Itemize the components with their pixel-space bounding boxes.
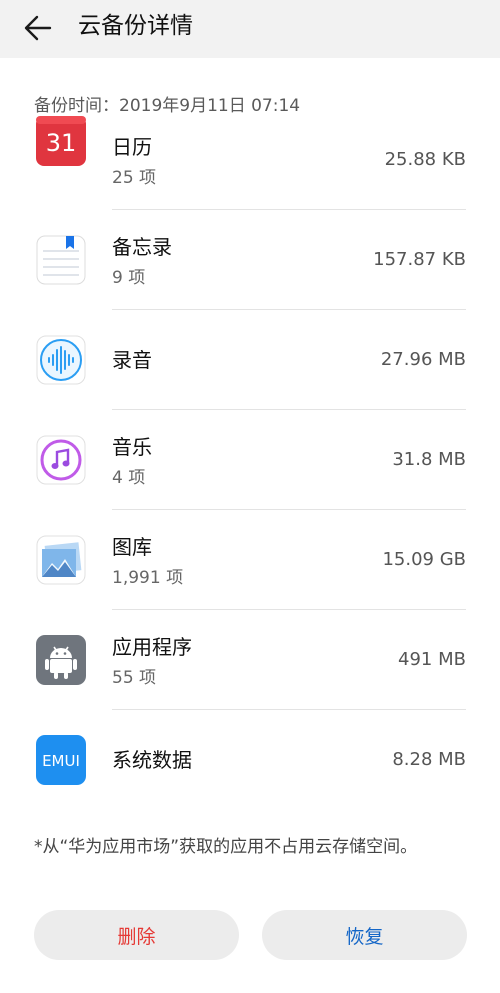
item-name: 音乐 [112,435,152,459]
list-item-music[interactable]: 音乐 4 项 31.8 MB [0,410,500,510]
item-size: 157.87 KB [373,249,466,270]
page-title: 云备份详情 [78,13,193,39]
item-count: 9 项 [112,268,146,288]
item-size: 491 MB [398,649,466,670]
item-count: 4 项 [112,468,146,488]
emui-icon: EMUI [36,735,86,785]
memo-icon [36,235,86,285]
back-arrow-icon [24,15,52,41]
item-name: 图库 [112,535,152,559]
app-bar: 云备份详情 [0,0,500,58]
item-name: 应用程序 [112,635,192,659]
item-size: 31.8 MB [392,449,466,470]
list-item-recorder[interactable]: 录音 27.96 MB [0,310,500,410]
list-item-calendar[interactable]: 31 日历 25 项 25.88 KB [0,110,500,210]
item-name: 日历 [112,135,152,159]
recorder-icon [36,335,86,385]
backup-item-list: 31 日历 25 项 25.88 KB 备忘录 9 项 157.87 KB 录音… [0,110,500,800]
item-count: 25 项 [112,168,157,188]
item-name: 系统数据 [112,748,192,772]
music-icon [36,435,86,485]
list-item-apps[interactable]: 应用程序 55 项 491 MB [0,610,500,710]
item-name: 备忘录 [112,235,172,259]
item-size: 15.09 GB [382,549,466,570]
item-name: 录音 [112,348,152,372]
list-item-memo[interactable]: 备忘录 9 项 157.87 KB [0,210,500,310]
calendar-icon: 31 [36,116,86,166]
android-icon [36,635,86,685]
back-button[interactable] [18,8,58,48]
item-size: 27.96 MB [380,349,466,370]
calendar-icon-text: 31 [46,129,77,157]
item-count: 1,991 项 [112,568,184,588]
emui-icon-text: EMUI [42,752,80,770]
restore-button[interactable]: 恢复 [262,910,467,960]
list-item-system-data[interactable]: EMUI 系统数据 8.28 MB [0,710,500,800]
storage-note: *从“华为应用市场”获取的应用不占用云存储空间。 [34,837,418,857]
item-count: 55 项 [112,668,157,688]
delete-button[interactable]: 删除 [34,910,239,960]
item-size: 25.88 KB [384,149,466,170]
item-size: 8.28 MB [392,749,466,770]
list-item-gallery[interactable]: 图库 1,991 项 15.09 GB [0,510,500,610]
gallery-icon [36,535,86,585]
